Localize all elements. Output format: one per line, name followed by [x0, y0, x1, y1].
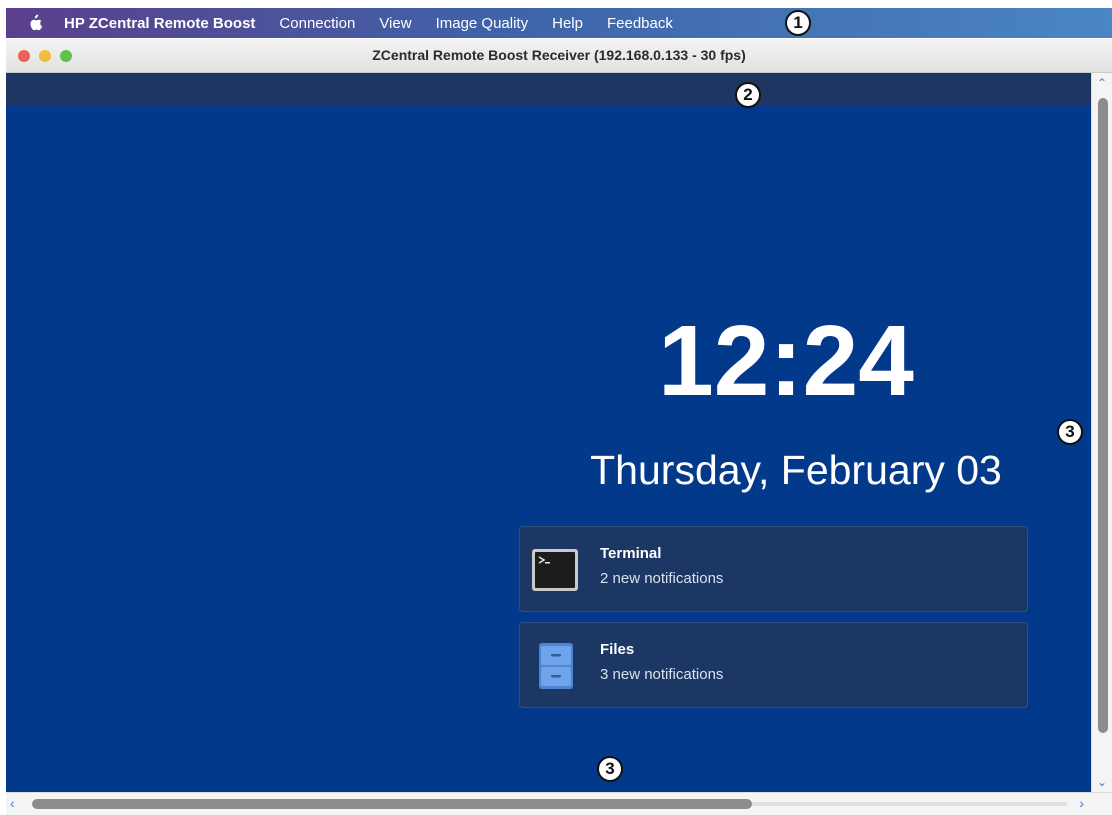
vertical-scrollbar[interactable]: ⌃ ⌄: [1091, 73, 1112, 792]
terminal-icon: [530, 545, 580, 595]
notification-terminal[interactable]: Terminal 2 new notifications: [519, 526, 1028, 612]
menu-bar: HP ZCentral Remote Boost Connection View…: [6, 8, 1112, 38]
callout-marker: 3: [597, 756, 623, 782]
menu-feedback[interactable]: Feedback: [607, 15, 673, 32]
lock-screen-clock: 12:24: [658, 305, 914, 417]
files-icon: [530, 641, 580, 691]
remote-top-bar: [6, 73, 1091, 106]
remote-desktop-view[interactable]: 12:24 Thursday, February 03 Terminal 2 n…: [6, 106, 1091, 792]
callout-marker: 2: [735, 82, 761, 108]
menu-view[interactable]: View: [379, 15, 411, 32]
menu-app-name[interactable]: HP ZCentral Remote Boost: [64, 15, 255, 32]
scroll-left-icon[interactable]: ‹: [10, 796, 15, 810]
notification-title: Files: [600, 641, 635, 658]
horizontal-scroll-thumb[interactable]: [32, 799, 752, 809]
callout-marker: 3: [1057, 419, 1083, 445]
notification-text: 2 new notifications: [600, 570, 724, 587]
window-title-bar: ZCentral Remote Boost Receiver (192.168.…: [6, 39, 1112, 73]
scroll-right-icon[interactable]: ›: [1079, 796, 1084, 810]
callout-marker: 1: [785, 10, 811, 36]
notification-files[interactable]: Files 3 new notifications: [519, 622, 1028, 708]
apple-icon[interactable]: [6, 14, 64, 32]
lock-screen-date: Thursday, February 03: [590, 447, 1002, 493]
notification-text: 3 new notifications: [600, 666, 724, 683]
menu-help[interactable]: Help: [552, 15, 583, 32]
menu-connection[interactable]: Connection: [279, 15, 355, 32]
menu-image-quality[interactable]: Image Quality: [436, 15, 529, 32]
horizontal-scrollbar[interactable]: ‹ ›: [6, 792, 1112, 815]
window-title: ZCentral Remote Boost Receiver (192.168.…: [372, 47, 746, 63]
vertical-scroll-thumb[interactable]: [1098, 98, 1108, 733]
scroll-up-icon[interactable]: ⌃: [1097, 77, 1107, 89]
scroll-down-icon[interactable]: ⌄: [1097, 776, 1107, 788]
notification-title: Terminal: [600, 545, 662, 562]
